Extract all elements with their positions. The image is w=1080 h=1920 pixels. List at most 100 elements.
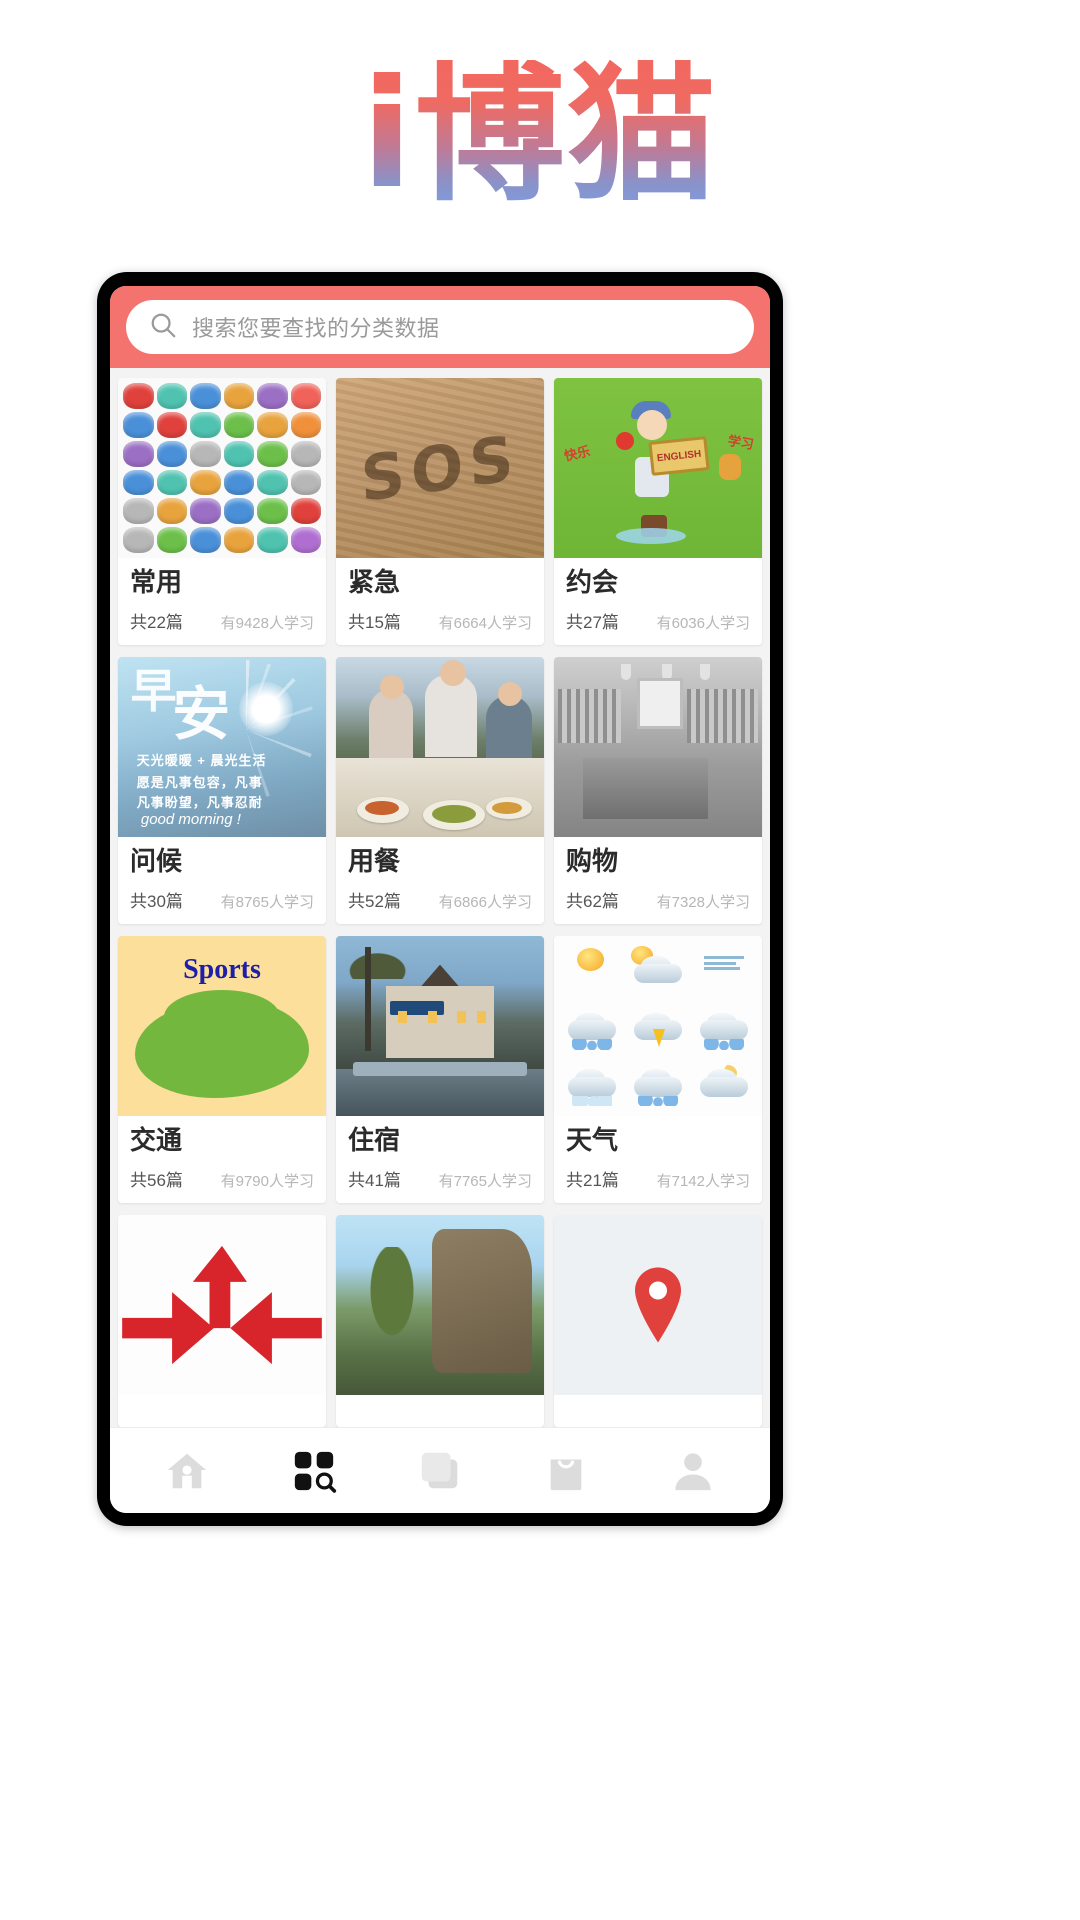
app-icon-dot [290, 469, 321, 496]
category-card[interactable] [336, 1214, 544, 1427]
app-icon-dot [257, 440, 288, 467]
category-title: 问候 [130, 845, 183, 876]
category-card[interactable] [554, 1214, 762, 1427]
shopping-bag-icon [543, 1448, 589, 1494]
learner-count: 有7765人学习 [438, 1172, 532, 1190]
article-count: 共41篇 [348, 1170, 401, 1190]
nav-item-shop[interactable] [530, 1440, 602, 1502]
card-body: 住宿 共41篇 有7765人学习 [336, 1116, 544, 1203]
morning-char-1: 早 [130, 664, 177, 717]
user-icon [670, 1448, 716, 1494]
category-meta: 共56篇 有9790人学习 [130, 1166, 314, 1191]
window-shape [427, 1011, 437, 1024]
app-icon-dot [190, 527, 221, 553]
card-body: 问候 共30篇 有8765人学习 [118, 837, 326, 924]
weather-thunderstorm-icon [626, 998, 690, 1053]
category-meta: 共52篇 有6866人学习 [348, 887, 532, 912]
category-title: 住宿 [348, 1124, 401, 1155]
category-card[interactable]: 住宿 共41篇 有7765人学习 [336, 935, 544, 1203]
decor-right-word: 学习 [726, 432, 755, 453]
category-card[interactable]: 常用 共22篇 有9428人学习 [118, 378, 326, 645]
decor-left-word: 快乐 [563, 443, 592, 464]
home-icon [164, 1448, 210, 1494]
app-icon-dot [156, 440, 187, 467]
head-shape [637, 410, 668, 441]
hotel-dusk-image [336, 935, 544, 1116]
app-icon-dot [257, 411, 288, 438]
learner-count: 有9428人学习 [220, 614, 314, 632]
icon-sheet-image [118, 378, 326, 558]
category-card[interactable]: 用餐 共52篇 有6866人学习 [336, 656, 544, 924]
learner-count: 有6664人学习 [438, 614, 532, 632]
card-body: 交通 共56篇 有9790人学习 [118, 1116, 326, 1203]
weather-sunny-icon [560, 942, 624, 997]
category-meta: 共21篇 有7142人学习 [566, 1166, 750, 1191]
category-card[interactable]: 早 安 天光暖暖 + 晨光生活 愿是凡事包容，凡事 凡事盼望，凡事忍耐 good… [118, 656, 326, 924]
nav-item-categories[interactable] [278, 1440, 350, 1502]
sun-icon [238, 682, 293, 737]
category-grid-scroll[interactable]: 常用 共22篇 有9428人学习 SOS 紧急 共15篇 有6664人学习 快乐… [110, 368, 770, 1427]
category-title: 购物 [566, 845, 619, 876]
app-icon-dot [290, 527, 321, 553]
weather-rain-icon [560, 998, 624, 1053]
window-shape [398, 1011, 408, 1024]
app-icon-dot [123, 411, 154, 438]
learner-count: 有7328人学习 [656, 893, 750, 911]
app-icon-dot [257, 527, 288, 553]
app-icon-dot [257, 498, 288, 525]
app-icon-dot [290, 498, 321, 525]
learner-count: 有9790人学习 [220, 1172, 314, 1190]
sand-sos-image: SOS [336, 378, 544, 558]
article-count: 共62篇 [566, 891, 619, 911]
tree-shape [360, 1247, 424, 1356]
app-icon-dot [156, 411, 187, 438]
app-icon-dot [190, 411, 221, 438]
category-grid: 常用 共22篇 有9428人学习 SOS 紧急 共15篇 有6664人学习 快乐… [118, 378, 762, 1427]
app-icon-dot [123, 440, 154, 467]
app-brand-header: i博猫 [0, 0, 1080, 270]
app-icon-dot [190, 440, 221, 467]
phone-mockup-frame: 搜索您要查找的分类数据 常用 共22篇 有9428人学习 SOS 紧急 共15篇… [97, 272, 783, 1526]
nav-item-library[interactable] [404, 1440, 476, 1502]
rock-shape [431, 1229, 532, 1374]
category-card[interactable]: 天气 共21篇 有7142人学习 [554, 935, 762, 1203]
weather-sleet-icon [626, 1055, 690, 1110]
category-title: 天气 [566, 1124, 619, 1155]
food-shape [492, 801, 522, 814]
app-icon-dot [156, 469, 187, 496]
search-input-wrapper[interactable]: 搜索您要查找的分类数据 [126, 300, 754, 354]
person-shape [369, 689, 414, 764]
location-pin-icon [635, 1267, 681, 1343]
nav-item-profile[interactable] [657, 1440, 729, 1502]
weather-snow-icon [560, 1055, 624, 1110]
window-shape [477, 1011, 487, 1024]
apple-icon [616, 432, 635, 450]
app-icon-dot [123, 383, 154, 409]
category-card[interactable]: SOS 紧急 共15篇 有6664人学习 [336, 378, 544, 645]
article-count: 共21篇 [566, 1170, 619, 1190]
category-card[interactable]: 购物 共62篇 有7328人学习 [554, 656, 762, 924]
card-body: 紧急 共15篇 有6664人学习 [336, 558, 544, 645]
sports-poster-image: Sports [118, 935, 326, 1116]
category-card[interactable] [118, 1214, 326, 1427]
learner-count: 有6866人学习 [438, 893, 532, 911]
window-shape [456, 1011, 466, 1024]
category-card[interactable]: 快乐 学习 约会 共27篇 [554, 378, 762, 645]
good-morning-image: 早 安 天光暖暖 + 晨光生活 愿是凡事包容，凡事 凡事盼望，凡事忍耐 good… [118, 656, 326, 837]
food-shape [431, 804, 476, 823]
search-input[interactable]: 搜索您要查找的分类数据 [192, 311, 440, 343]
app-icon-dot [223, 469, 254, 496]
store-interior-image [554, 656, 762, 837]
weather-icons-image [554, 935, 762, 1116]
wall-frame-shape [637, 678, 683, 729]
category-card[interactable]: Sports 交通 共56篇 有9790人学习 [118, 935, 326, 1203]
card-body [336, 1395, 544, 1427]
green-blob-shape [163, 989, 281, 1044]
app-title: i博猫 [351, 60, 728, 210]
nav-item-home[interactable] [151, 1440, 223, 1502]
category-meta: 共15篇 有6664人学习 [348, 608, 532, 633]
sports-heading: Sports [183, 953, 261, 985]
weather-windy-icon [692, 942, 756, 997]
category-meta: 共22篇 有9428人学习 [130, 608, 314, 633]
learner-count: 有6036人学习 [656, 614, 750, 632]
